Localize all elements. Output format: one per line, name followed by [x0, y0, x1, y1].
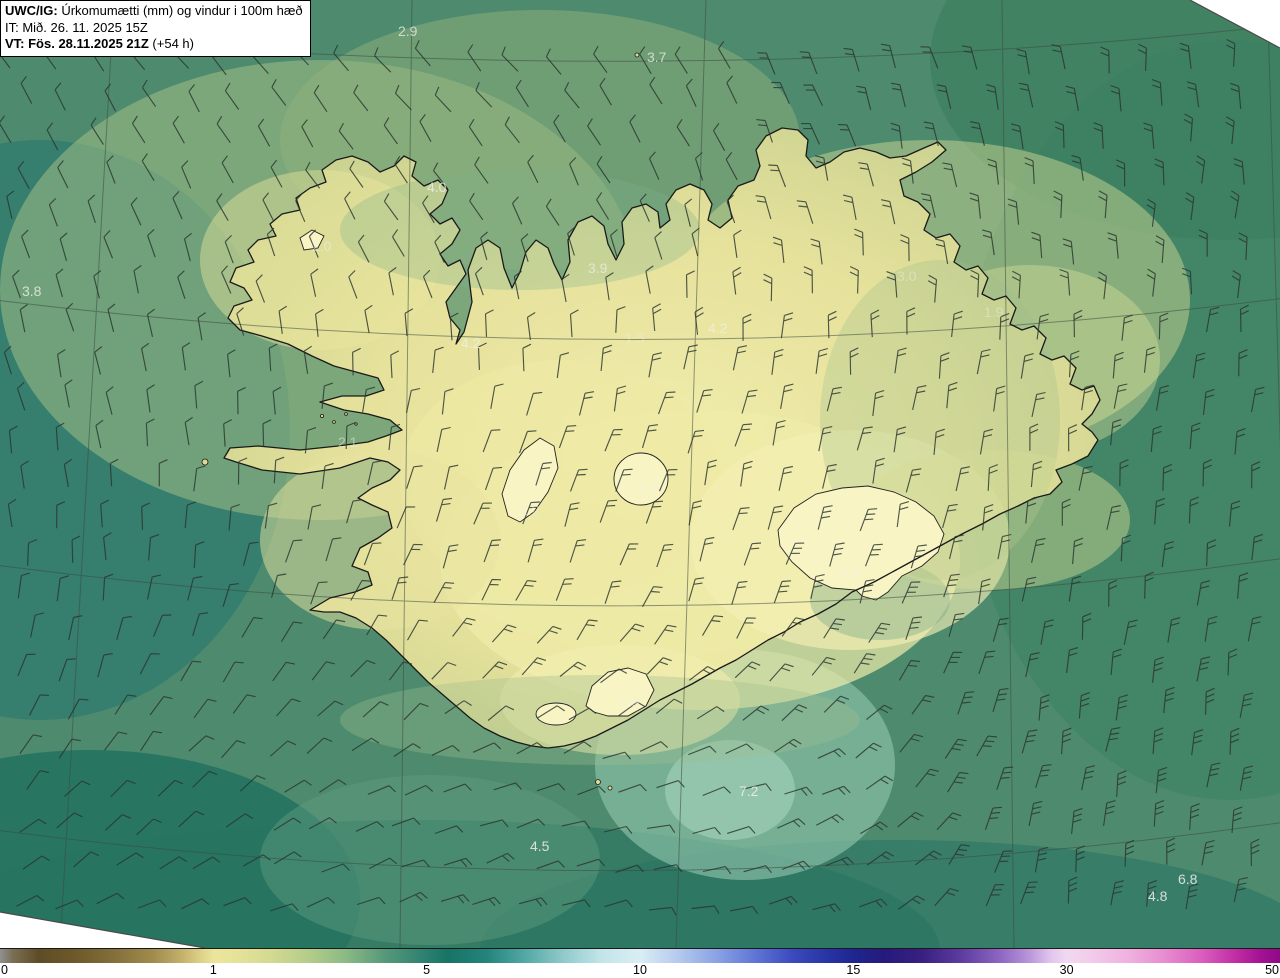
contour-label: 1.9 [984, 304, 1004, 320]
colorbar-tick-label: 1 [209, 963, 217, 977]
contour-label: 1.5 [625, 330, 645, 346]
colorbar-tick-label: 5 [423, 963, 431, 977]
contour-label: 2.0 [312, 238, 332, 254]
contour-label: 0.8 [840, 565, 860, 581]
colorbar-tick-label: 10 [633, 963, 647, 977]
colorbar-tick-label: 50 [1265, 963, 1279, 977]
contour-label: 1.2 [520, 502, 540, 518]
contour-label: 6.8 [1178, 871, 1198, 887]
contour-label: 7.2 [739, 783, 759, 799]
contour-label: 4.8 [1148, 888, 1168, 904]
valid-time: VT: Fös. 28.11.2025 21Z (+54 h) [5, 36, 303, 53]
contour-label: 3.7 [647, 49, 667, 65]
contour-label: 4.2 [461, 335, 481, 351]
valid-time-offset: (+54 h) [148, 36, 194, 52]
valid-time-main: VT: Fös. 28.11.2025 21Z [5, 36, 149, 52]
contour-label: 2.9 [398, 23, 418, 39]
contour-label: 1.0 [639, 479, 659, 495]
colorbar-tick-label: 15 [846, 963, 861, 977]
contour-label: 3.8 [22, 283, 42, 299]
contour-label: 4.2 [708, 320, 728, 336]
init-time: IT: Mið. 26. 11. 2025 15Z [5, 19, 148, 35]
weather-map: 2.9 3.7 4.0 2.0 3.8 3.9 3.0 1.9 4.2 4.2 2.1 1.5 1.2 1… [0, 0, 1280, 948]
product-description: Úrkomumætti (mm) og vindur i 100m hæð [57, 3, 303, 18]
colorbar-gradient [0, 948, 1280, 963]
product-title: UWC/IG: Úrkomumætti (mm) og vindur i 100… [5, 3, 303, 20]
contour-label: 4.5 [530, 838, 550, 854]
colorbar: 0 1 5 10 15 30 50 [0, 948, 1280, 978]
contour-label: 3.0 [897, 268, 917, 284]
colorbar-tick-label: 0 [1, 963, 8, 977]
contour-label: 2.1 [338, 434, 358, 450]
product-code: UWC/IG: [5, 3, 58, 18]
colorbar-tick-label: 30 [1059, 963, 1074, 977]
contour-label: 4.0 [427, 179, 447, 195]
forecast-header-box: UWC/IG: Úrkomumætti (mm) og vindur i 100… [0, 0, 311, 57]
contour-label: 0.9 [620, 694, 640, 710]
contour-label: 3.9 [588, 260, 608, 276]
map-area: 2.9 3.7 4.0 2.0 3.8 3.9 3.0 1.9 4.2 4.2 2.1 1.5 1.2 1… [0, 0, 1280, 948]
colorbar-tick-row: 0 1 5 10 15 30 50 [0, 963, 1280, 978]
weather-map-app: UWC/IG: Úrkomumætti (mm) og vindur i 100… [0, 0, 1280, 978]
